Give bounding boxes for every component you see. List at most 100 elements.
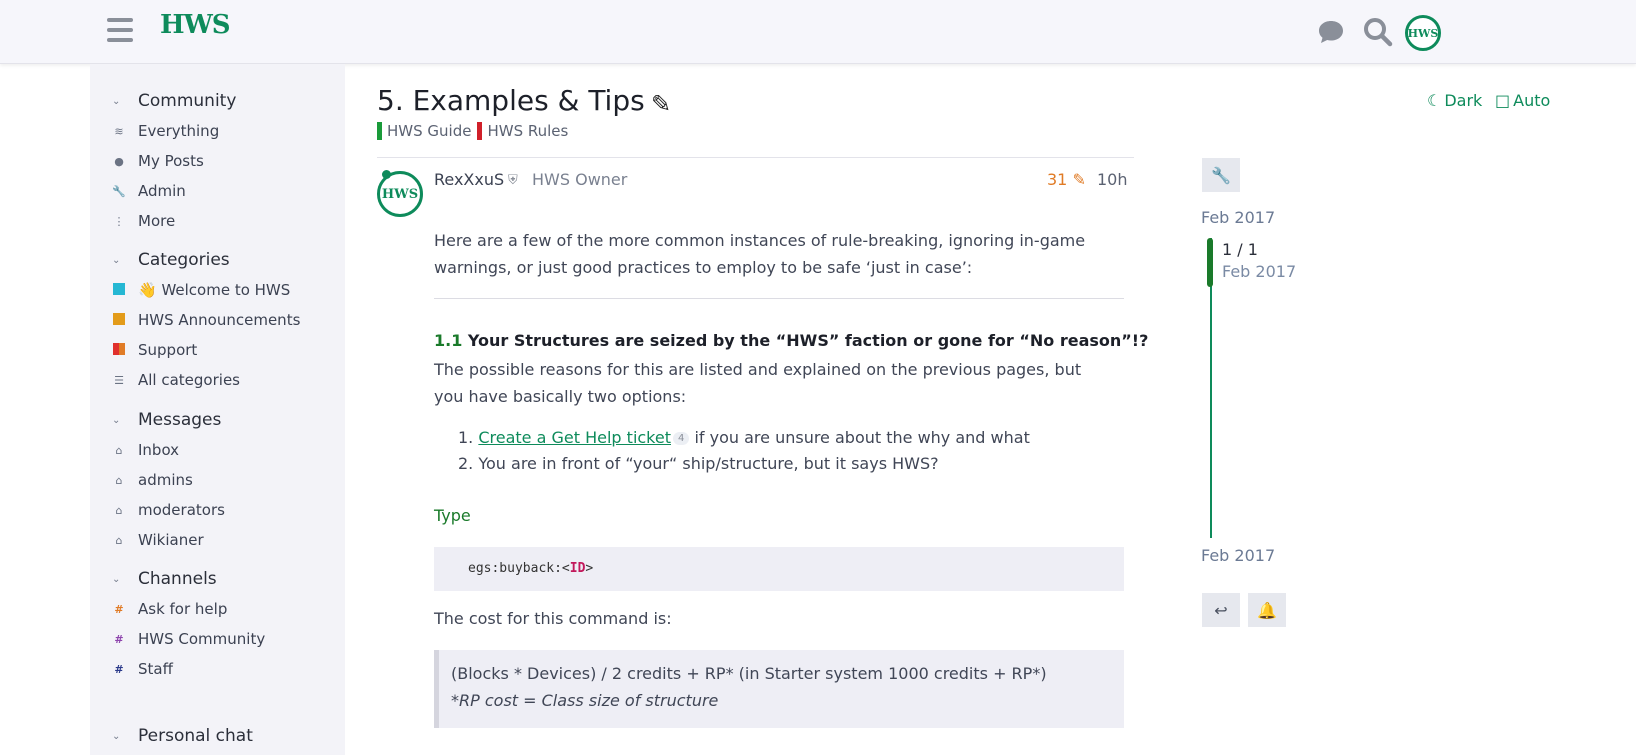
inbox-icon: ⌂ (115, 443, 123, 457)
bell-icon: 🔔 (1257, 600, 1277, 620)
tag-hws-guide[interactable]: HWS Guide (377, 122, 471, 140)
wrench-icon: 🔧 (1211, 165, 1231, 185)
sidebar-channels: ⌄ Channels # Ask for help # HWS Community #… (90, 564, 345, 684)
hamburger-icon[interactable] (107, 18, 133, 42)
sidebar-item-hws-community[interactable]: # HWS Community (90, 624, 345, 654)
theme-dark-toggle[interactable]: ☾ Dark (1427, 91, 1482, 110)
quote-line: *RP cost = Class size of structure (451, 691, 719, 710)
list-item-text: if you are unsure about the why and what (689, 428, 1030, 447)
sidebar-item-label: 👋 Welcome to HWS (138, 281, 291, 299)
sidebar-personal-chat: ⌄ Personal chat (90, 721, 345, 751)
hash-icon: # (114, 632, 124, 646)
divider (434, 298, 1124, 299)
chevron-down-icon: ⌄ (112, 730, 121, 742)
user-title: HWS Owner (532, 170, 628, 189)
sidebar-item-label: Ask for help (138, 600, 228, 618)
sidebar-item-label: Staff (138, 660, 173, 678)
list-item: 1. Create a Get Help ticket 4 if you are … (458, 428, 1030, 447)
inbox-icon: ⌂ (115, 473, 123, 487)
sidebar-item-inbox[interactable]: ⌂ Inbox (90, 435, 345, 465)
quote-line: (Blocks * Devices) / 2 credits + RP* (in… (451, 664, 1047, 683)
theme-auto-toggle[interactable]: □ Auto (1495, 91, 1550, 110)
sidebar-item-my-posts[interactable]: ● My Posts (90, 146, 345, 176)
sidebar-header-channels[interactable]: ⌄ Channels (90, 564, 345, 594)
post-intro: Here are a few of the more common instan… (434, 227, 1085, 281)
search-icon[interactable] (1362, 16, 1394, 48)
sidebar-header-personal-chat[interactable]: ⌄ Personal chat (90, 721, 345, 751)
hash-icon: # (114, 602, 124, 616)
sidebar-header-categories[interactable]: ⌄ Categories (90, 245, 345, 275)
site-header: HWS HWS (0, 0, 1636, 64)
theme-auto-label: Auto (1513, 91, 1551, 110)
sidebar-item-admin[interactable]: 🔧 Admin (90, 176, 345, 206)
section-title: Messages (138, 410, 222, 430)
timeline-position-date: Feb 2017 (1222, 262, 1297, 281)
sidebar-header-messages[interactable]: ⌄ Messages (90, 405, 345, 435)
sidebar-item-label: More (138, 212, 176, 230)
chevron-down-icon: ⌄ (112, 254, 121, 266)
tag-label: HWS Rules (487, 122, 569, 140)
sidebar-item-announcements[interactable]: HWS Announcements (90, 305, 345, 335)
sidebar-item-wikianer[interactable]: ⌂ Wikianer (90, 525, 345, 555)
section-heading: 1.1 Your Structures are seized by the “H… (434, 331, 1148, 350)
sidebar-messages: ⌄ Messages ⌂ Inbox ⌂ admins ⌂ moderators ⌂ Wi… (90, 405, 345, 555)
sidebar-item-support[interactable]: Support (90, 335, 345, 365)
topic-tags: HWS Guide HWS Rules (377, 122, 568, 140)
edit-icon: ✎ (1067, 170, 1086, 189)
code-block[interactable]: egs:buyback:<ID> (434, 547, 1124, 591)
sidebar-item-label: Admin (138, 182, 186, 200)
sidebar-item-label: moderators (138, 501, 225, 519)
text-line: The possible reasons for this are listed… (434, 360, 1082, 379)
sidebar-item-staff[interactable]: # Staff (90, 654, 345, 684)
sidebar-item-ask-for-help[interactable]: # Ask for help (90, 594, 345, 624)
topic-title[interactable]: 5. Examples & Tips (377, 84, 645, 117)
sidebar-item-welcome[interactable]: 👋 Welcome to HWS (90, 275, 345, 305)
sidebar-item-label: Everything (138, 122, 220, 140)
category-color-swatch (113, 342, 125, 355)
post-age[interactable]: 10h (1097, 170, 1128, 189)
notification-button[interactable]: 🔔 (1248, 593, 1286, 627)
category-color-swatch (113, 282, 125, 295)
timeline-end-date[interactable]: Feb 2017 (1201, 546, 1275, 565)
text-line: Here are a few of the more common instan… (434, 231, 1086, 250)
sidebar-item-all-categories[interactable]: ☰ All categories (90, 365, 345, 395)
pencil-icon[interactable]: ✎ (651, 90, 671, 118)
type-label: Type (434, 506, 471, 525)
section-title: Channels (138, 569, 217, 589)
post-username[interactable]: RexXxuS (434, 170, 504, 189)
timeline-position: 1 / 1 (1222, 240, 1258, 259)
post-avatar[interactable]: HWS (377, 170, 423, 217)
layers-icon: ≋ (114, 124, 124, 138)
post-paragraph: The possible reasons for this are listed… (434, 356, 1081, 410)
reply-icon: ↩ (1214, 600, 1228, 620)
sidebar-item-admins[interactable]: ⌂ admins (90, 465, 345, 495)
section-title: Community (138, 91, 237, 111)
sidebar-item-everything[interactable]: ≋ Everything (90, 116, 345, 146)
blockquote: (Blocks * Devices) / 2 credits + RP* (in… (434, 650, 1124, 728)
sidebar-item-more[interactable]: ⋮ More (90, 206, 345, 236)
code-keyword: ID (569, 561, 586, 576)
heading-number: 1.1 (434, 331, 463, 350)
site-logo[interactable]: HWS (160, 10, 231, 40)
user-avatar[interactable]: HWS (1405, 15, 1441, 51)
sidebar: ⌄ Community ≋ Everything ● My Posts 🔧 Admin … (90, 64, 345, 755)
chevron-down-icon: ⌄ (112, 95, 121, 107)
timeline-handle[interactable] (1207, 238, 1213, 287)
code-text: egs:buyback:< (468, 561, 570, 576)
divider (377, 157, 1134, 158)
sidebar-header-community[interactable]: ⌄ Community (90, 86, 345, 116)
sidebar-item-label: My Posts (138, 152, 204, 170)
text-line: warnings, or just good practices to empl… (434, 258, 973, 277)
tag-label: HWS Guide (387, 122, 472, 140)
chat-icon[interactable] (1315, 16, 1347, 48)
sidebar-item-moderators[interactable]: ⌂ moderators (90, 495, 345, 525)
sidebar-categories: ⌄ Categories 👋 Welcome to HWS HWS Announc… (90, 245, 345, 395)
admin-wrench-button[interactable]: 🔧 (1202, 158, 1240, 192)
reply-button[interactable]: ↩ (1202, 593, 1240, 627)
edit-history-button[interactable]: 31 ✎ (1047, 170, 1086, 189)
get-help-ticket-link[interactable]: Create a Get Help ticket (478, 428, 671, 447)
cost-text: The cost for this command is: (434, 609, 672, 628)
tag-hws-rules[interactable]: HWS Rules (477, 122, 568, 140)
timeline-start-date[interactable]: Feb 2017 (1201, 208, 1275, 227)
sidebar-community: ⌄ Community ≋ Everything ● My Posts 🔧 Admin … (90, 86, 345, 236)
